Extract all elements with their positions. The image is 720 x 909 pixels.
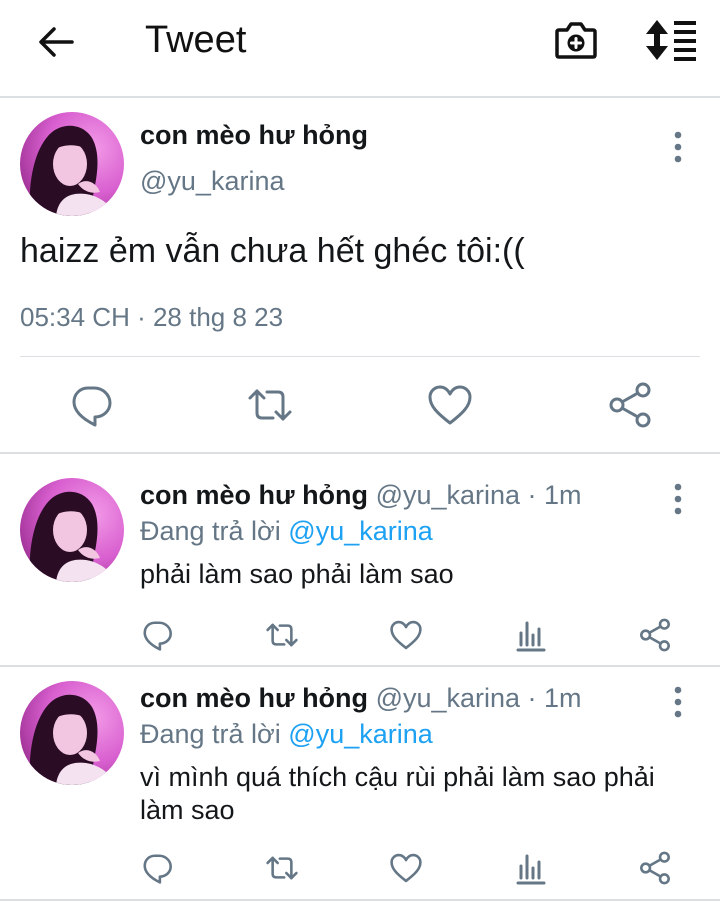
mention-link[interactable]: @yu_karina [288,516,432,546]
reply-header: con mèo hư hỏng @yu_karina · 1m [140,683,582,714]
avatar[interactable] [20,681,124,785]
avatar[interactable] [20,112,124,216]
share-icon[interactable] [637,850,673,886]
more-options-icon[interactable] [664,482,692,516]
retweet-icon[interactable] [264,617,300,653]
back-arrow-icon[interactable] [36,22,76,62]
retweet-icon[interactable] [245,380,295,430]
share-icon[interactable] [637,617,673,653]
reply-tweet[interactable]: con mèo hư hỏng @yu_karina · 1m Đang trả… [0,462,720,662]
replying-label: Đang trả lời [140,516,281,546]
divider [0,899,720,901]
divider [20,356,700,357]
sort-list-icon[interactable] [644,18,698,62]
like-icon[interactable] [388,850,424,886]
reply-icon[interactable] [66,380,116,430]
retweet-icon[interactable] [264,850,300,886]
reply-icon[interactable] [139,850,175,886]
reply-header: con mèo hư hỏng @yu_karina · 1m [140,480,582,511]
display-name[interactable]: con mèo hư hỏng [140,120,368,151]
camera-plus-icon[interactable] [554,19,598,61]
display-name[interactable]: con mèo hư hỏng [140,683,368,713]
display-name[interactable]: con mèo hư hỏng [140,480,368,510]
analytics-icon[interactable] [513,617,549,653]
user-handle[interactable]: @yu_karina [140,166,284,197]
analytics-icon[interactable] [513,850,549,886]
page-title: Tweet [145,19,247,61]
replying-to: Đang trả lời @yu_karina [140,516,433,547]
reply-action-bar [0,617,720,653]
reply-icon[interactable] [139,617,175,653]
top-app-bar: Tweet [0,0,720,98]
tweet-text: haizz ẻm vẫn chưa hết ghéc tôi:(( [20,232,525,270]
tweet-timestamp: 05:34 CH · 28 thg 8 23 [20,302,284,332]
replying-label: Đang trả lời [140,719,281,749]
replying-to: Đang trả lời @yu_karina [140,719,433,750]
more-options-icon[interactable] [664,685,692,719]
like-icon[interactable] [425,380,475,430]
reply-tweet[interactable]: con mèo hư hỏng @yu_karina · 1m Đang trả… [0,665,720,909]
reply-action-bar [0,850,720,886]
tweet-action-bar [0,380,720,430]
handle-time: @yu_karina · 1m [375,480,582,510]
like-icon[interactable] [388,617,424,653]
reply-text: phải làm sao phải làm sao [140,559,454,589]
mention-link[interactable]: @yu_karina [288,719,432,749]
avatar[interactable] [20,478,124,582]
reply-text: vì mình quá thích cậu rùi phải làm sao p… [140,762,655,825]
more-options-icon[interactable] [664,130,692,164]
divider [0,452,720,454]
handle-time: @yu_karina · 1m [375,683,582,713]
share-icon[interactable] [605,380,655,430]
